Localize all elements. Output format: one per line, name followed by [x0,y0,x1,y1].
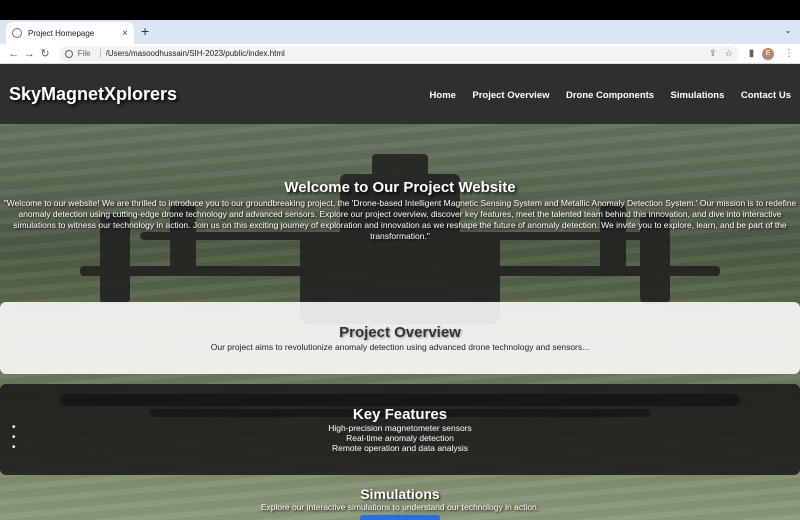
simulations-button[interactable] [360,515,440,520]
browser-menu-icon[interactable]: ⋮ [784,48,794,59]
feature-item: High-precision magnetometer sensors [0,423,800,433]
nav-link-project-overview[interactable]: Project Overview [472,90,549,101]
main-nav: Home Project Overview Drone Components S… [418,85,791,103]
overview-title: Project Overview [339,324,461,341]
tab-close-icon[interactable]: × [122,28,128,39]
info-icon[interactable] [64,49,73,58]
hero-title: Welcome to Our Project Website [284,179,516,196]
tab-search-icon[interactable]: ⌄ [784,25,792,36]
simulations-title: Simulations [360,486,440,502]
profile-avatar[interactable]: E [762,47,774,60]
features-title: Key Features [352,406,448,423]
key-features-section: Key Features High-precision magnetometer… [0,384,800,475]
site-header: SkyMagnetXplorers Home Project Overview … [0,64,800,124]
tab-strip: Project Homepage × + ⌄ [0,20,800,44]
tab-title: Project Homepage [28,28,95,38]
address-url[interactable]: /Users/masoodhussain/SIH-2023/public/ind… [106,49,702,58]
feature-item: Remote operation and data analysis [0,443,800,453]
feature-item: Real-time anomaly detection [0,433,800,443]
address-bar[interactable]: File /Users/masoodhussain/SIH-2023/publi… [58,45,739,62]
address-divider [99,49,101,58]
back-icon[interactable]: ← [6,48,22,60]
site-brand-logo[interactable]: SkyMagnetXplorers [9,84,418,105]
tab-project-homepage[interactable]: Project Homepage × [6,22,134,44]
nav-link-home[interactable]: Home [430,90,456,101]
simulations-text: Explore our interactive simulations to u… [260,502,540,512]
features-list: High-precision magnetometer sensors Real… [0,423,800,453]
hero-section: Welcome to Our Project Website "Welcome … [0,179,800,242]
globe-icon [12,28,22,38]
simulations-section: Simulations Explore our interactive simu… [0,486,800,520]
hero-text: "Welcome to our website! We are thrilled… [3,198,797,241]
overview-text: Our project aims to revolutionize anomal… [210,342,590,352]
nav-link-contact-us[interactable]: Contact Us [741,90,791,101]
nav-link-drone-components[interactable]: Drone Components [566,90,654,101]
new-tab-icon[interactable]: + [141,23,149,39]
browser-toolbar: ← → ↻ File /Users/masoodhussain/SIH-2023… [0,44,800,64]
side-panel-icon[interactable]: ▮ [749,48,755,59]
forward-icon[interactable]: → [22,48,38,60]
reload-icon[interactable]: ↻ [37,47,53,60]
bookmark-star-icon[interactable]: ☆ [725,48,733,59]
nav-link-simulations[interactable]: Simulations [671,90,725,101]
web-page: SkyMagnetXplorers Home Project Overview … [0,64,800,520]
share-icon[interactable]: ⇪ [709,48,717,59]
project-overview-section: Project Overview Our project aims to rev… [0,302,800,374]
address-scheme-label: File [77,49,91,58]
screen-top-bar [0,0,800,20]
